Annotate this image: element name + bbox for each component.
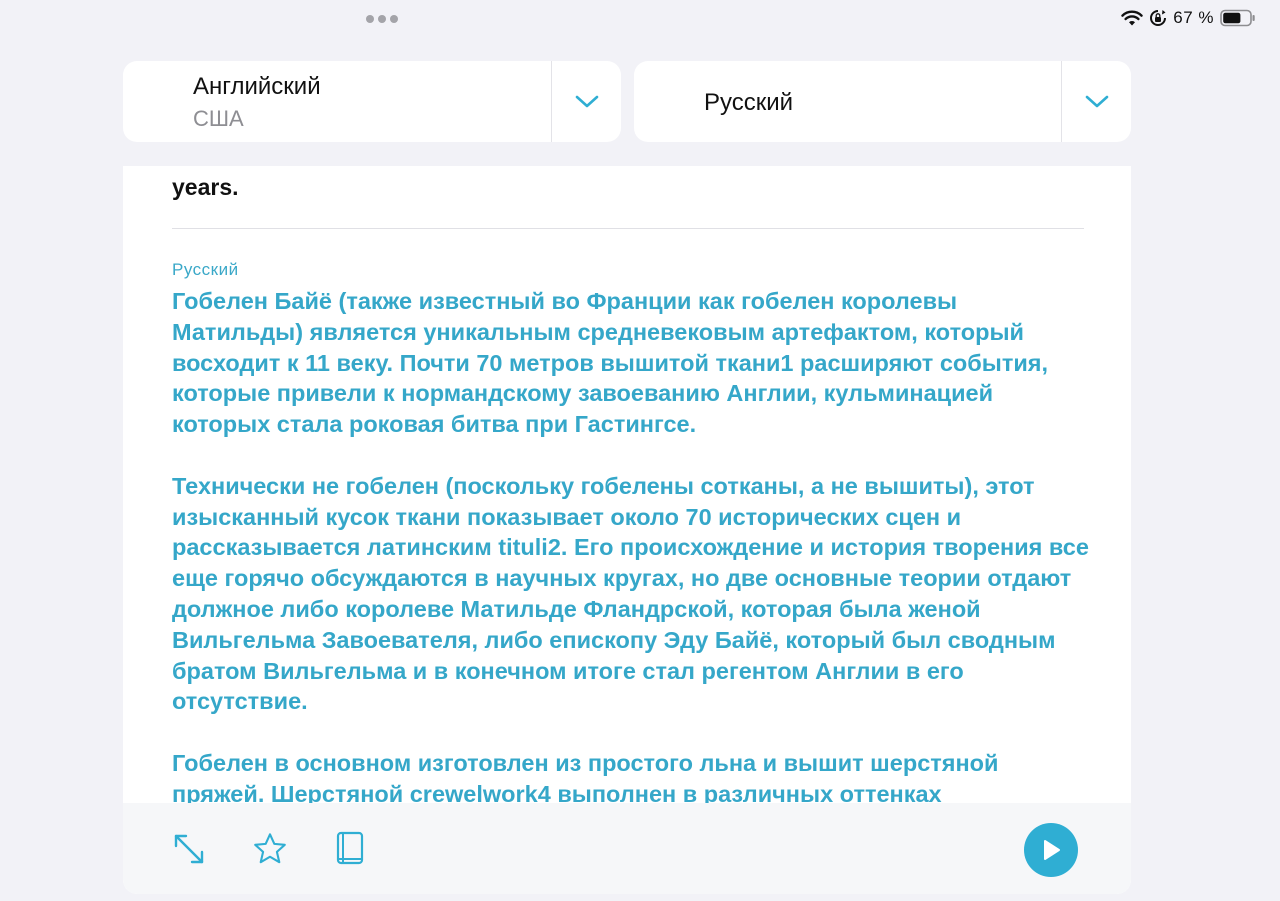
divider: [172, 228, 1084, 229]
chevron-down-icon: [1085, 95, 1108, 107]
play-button[interactable]: [1024, 823, 1078, 877]
translation-language-label: Русский: [172, 260, 239, 279]
expand-icon: [174, 834, 204, 864]
source-text[interactable]: years.: [172, 174, 239, 201]
favorite-button[interactable]: [252, 831, 288, 867]
status-indicators: 67 %: [1121, 7, 1256, 29]
translation-card[interactable]: years. Русский Гобелен Байё (также извес…: [123, 166, 1131, 894]
translation-paragraph: Гобелен Байё (также известный во Франции…: [172, 288, 1049, 438]
source-language-info[interactable]: Английский США: [123, 61, 551, 142]
source-language-dropdown-button[interactable]: [552, 61, 621, 142]
translation-paragraph: Гобелен в основном изготовлен из простог…: [172, 749, 999, 807]
bottom-toolbar: [123, 803, 1131, 894]
lock-rotation-icon: [1149, 9, 1167, 27]
translate-app: 67 % Английский США Русский years. Русск…: [0, 0, 1280, 901]
chevron-down-icon: [575, 95, 598, 107]
source-language-region: США: [193, 106, 244, 131]
translation-text[interactable]: Гобелен Байё (также известный во Франции…: [172, 286, 1092, 840]
status-bar: 67 %: [0, 0, 1280, 36]
translation-paragraph: Технически не гобелен (поскольку гобелен…: [172, 472, 1089, 715]
play-icon: [1044, 840, 1060, 860]
target-language-info[interactable]: Русский: [634, 61, 1061, 142]
book-icon: [336, 831, 364, 865]
target-language-selector[interactable]: Русский: [634, 61, 1131, 142]
battery-percentage: 67 %: [1173, 8, 1214, 27]
multitasking-handle[interactable]: [366, 15, 398, 23]
fullscreen-button[interactable]: [171, 831, 207, 867]
source-language-name: Английский: [193, 73, 321, 100]
wifi-icon: [1121, 10, 1143, 26]
dictionary-button[interactable]: [332, 831, 368, 867]
source-language-selector[interactable]: Английский США: [123, 61, 621, 142]
battery-icon: [1220, 9, 1256, 27]
target-language-dropdown-button[interactable]: [1062, 61, 1131, 142]
star-icon: [254, 833, 286, 864]
target-language-name: Русский: [704, 89, 794, 116]
